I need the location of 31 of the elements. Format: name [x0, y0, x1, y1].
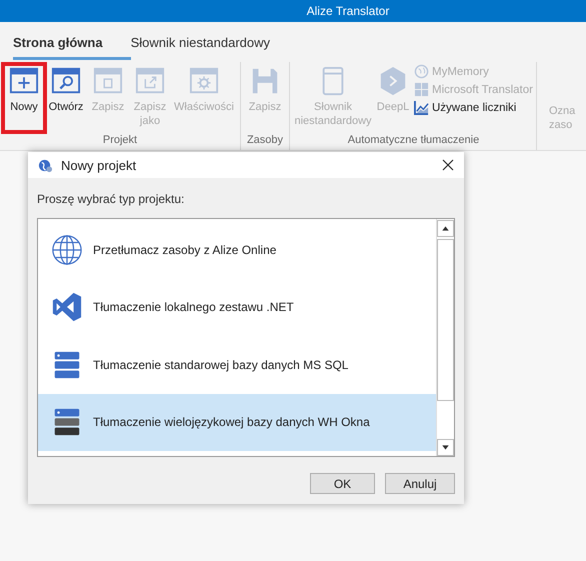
- ribbon-tab[interactable]: Słownik niestandardowy: [130, 35, 270, 57]
- ribbon-button[interactable]: Używane liczniki: [414, 100, 533, 115]
- ok-button[interactable]: OK: [310, 473, 375, 494]
- ribbon-button[interactable]: Nowy: [1, 62, 47, 134]
- list-item[interactable]: Tłumaczenie lokalnego zestawu .NET: [38, 278, 436, 336]
- search-window-icon: [51, 66, 81, 96]
- group-label: Projekt: [102, 134, 138, 148]
- ribbon-logo-icon: [51, 291, 83, 324]
- globe-icon: [414, 64, 429, 79]
- list-item[interactable]: Przetłumacz zasoby z Alize Online: [38, 221, 436, 278]
- new-window-icon: [9, 66, 39, 96]
- close-icon[interactable]: [442, 159, 454, 171]
- settings-window-icon: [189, 66, 219, 96]
- list-item[interactable]: Tłumaczenie standarowej bazy danych MS SQL: [38, 336, 436, 394]
- window-title: Alize Translator: [306, 4, 390, 18]
- globe-icon: [38, 158, 53, 172]
- scroll-down-icon[interactable]: [437, 439, 454, 456]
- dialog-title: Nowy projekt: [61, 158, 138, 172]
- group-label: Automatyczne tłumaczenie: [346, 134, 480, 148]
- scroll-up-icon[interactable]: [437, 220, 454, 237]
- window-icon: [93, 66, 123, 96]
- scroll-bar[interactable]: [436, 219, 454, 456]
- windows-logo-icon: [414, 82, 429, 97]
- globe-icon: [51, 234, 83, 266]
- hexagon-icon: [378, 66, 408, 96]
- window-icon: [135, 66, 165, 96]
- prompt-text: Proszę wybrać typ projektu:: [37, 192, 186, 206]
- group-label: Zasoby: [246, 134, 284, 148]
- list-item[interactable]: Tłumaczenie wielojęzykowej bazy danych WH Okna: [38, 394, 436, 451]
- line-chart-icon: [414, 100, 429, 115]
- cancel-button[interactable]: Anuluj: [385, 473, 455, 494]
